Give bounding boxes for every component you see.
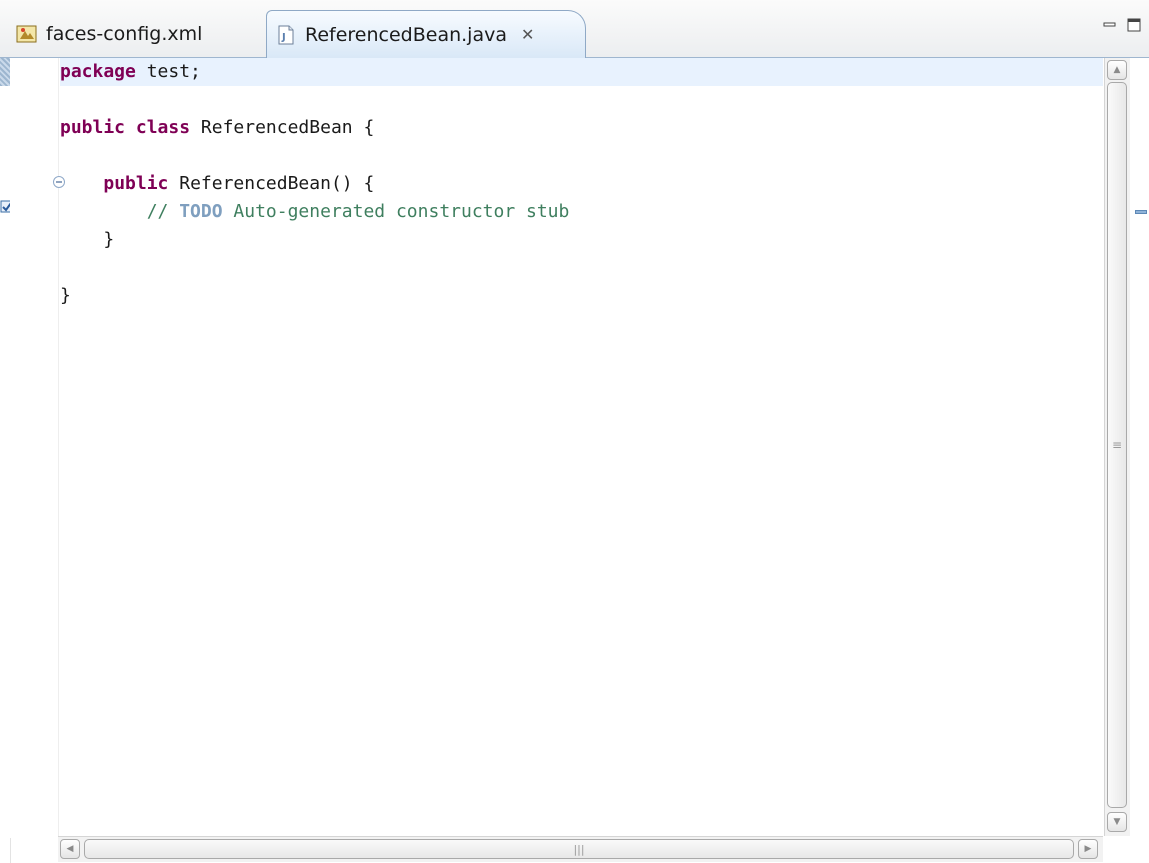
code-text: ReferencedBean { bbox=[190, 117, 375, 138]
code-line: package test; bbox=[60, 58, 1103, 86]
xml-config-icon bbox=[16, 23, 38, 45]
code-line: // TODO Auto-generated constructor stub bbox=[60, 198, 1103, 226]
comment: // bbox=[146, 201, 180, 222]
todo-tag: TODO bbox=[179, 201, 223, 222]
code-editor[interactable]: package test; public class ReferencedBea… bbox=[0, 58, 1149, 863]
code-text: test; bbox=[135, 61, 201, 82]
tab-label: ReferencedBean.java bbox=[305, 23, 507, 46]
scroll-left-icon[interactable]: ◀ bbox=[60, 839, 80, 859]
tab-faces-config[interactable]: faces-config.xml bbox=[8, 10, 263, 58]
code-text: } bbox=[60, 285, 71, 306]
code-line: } bbox=[60, 226, 1103, 254]
keyword: public bbox=[60, 117, 126, 138]
keyword: package bbox=[60, 61, 136, 82]
keyword: public bbox=[103, 173, 169, 194]
minimize-icon[interactable] bbox=[1101, 16, 1119, 34]
scroll-up-icon[interactable]: ▲ bbox=[1107, 60, 1127, 80]
svg-text:J: J bbox=[281, 32, 286, 43]
close-tab-icon[interactable]: ✕ bbox=[521, 25, 534, 44]
java-editor-window: faces-config.xml J ReferencedBean.java ✕ bbox=[0, 0, 1149, 863]
keyword: class bbox=[135, 117, 191, 138]
code-line: public class ReferencedBean { bbox=[60, 114, 1103, 142]
code-line: } bbox=[60, 282, 1103, 310]
code-text: ReferencedBean() { bbox=[168, 173, 375, 194]
editor-tab-bar: faces-config.xml J ReferencedBean.java ✕ bbox=[0, 0, 1149, 58]
horizontal-scrollbar[interactable]: ◀ ||| ▶ bbox=[58, 836, 1103, 862]
scroll-right-icon[interactable]: ▶ bbox=[1078, 839, 1098, 859]
vertical-scrollbar[interactable]: ▲ ≡ ▼ bbox=[1104, 58, 1130, 836]
overview-ruler bbox=[1131, 58, 1149, 838]
comment: Auto-generated constructor stub bbox=[222, 201, 570, 222]
scroll-down-icon[interactable]: ▼ bbox=[1107, 812, 1127, 832]
horizontal-scroll-thumb[interactable]: ||| bbox=[84, 839, 1074, 859]
java-file-icon: J bbox=[275, 24, 297, 46]
vertical-scroll-thumb[interactable]: ≡ bbox=[1107, 82, 1127, 808]
code-text-area[interactable]: package test; public class ReferencedBea… bbox=[60, 58, 1103, 838]
code-text: } bbox=[60, 229, 115, 250]
maximize-icon[interactable] bbox=[1125, 16, 1143, 34]
view-controls bbox=[1101, 16, 1143, 34]
task-overview-mark[interactable] bbox=[1135, 210, 1147, 214]
code-line: public ReferencedBean() { bbox=[60, 170, 1103, 198]
tab-label: faces-config.xml bbox=[46, 23, 203, 45]
current-line-marker bbox=[0, 58, 10, 86]
tab-referencedbean-java[interactable]: J ReferencedBean.java ✕ bbox=[266, 10, 586, 58]
line-gutter bbox=[10, 58, 65, 838]
